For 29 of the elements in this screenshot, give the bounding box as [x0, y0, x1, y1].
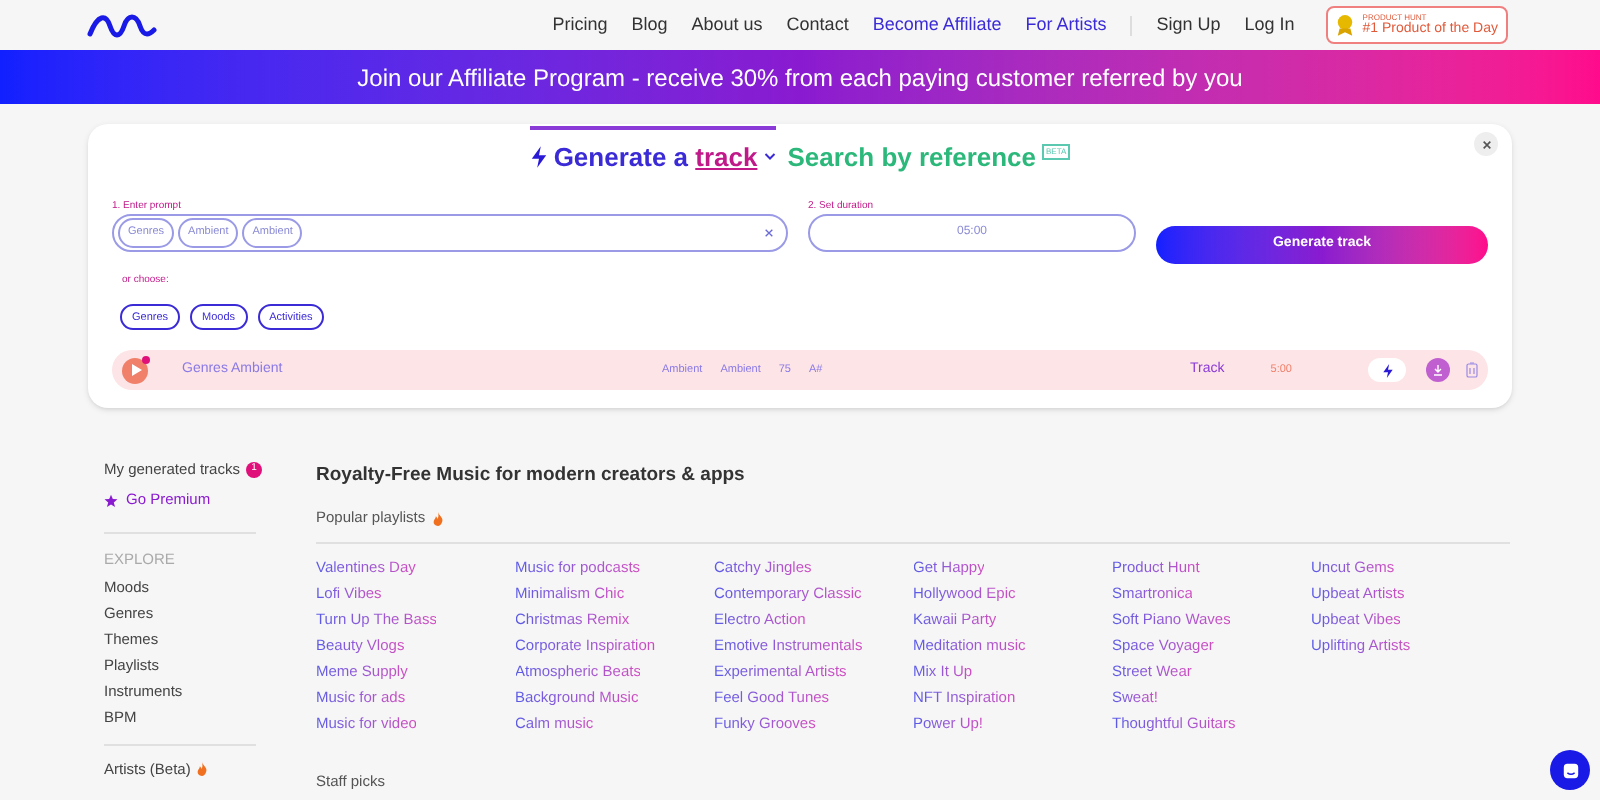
play-button[interactable]: [122, 357, 148, 384]
clipboard-icon[interactable]: [1466, 362, 1478, 379]
mode-tab[interactable]: Generate a track: [529, 125, 776, 176]
clear-icon[interactable]: [764, 228, 774, 238]
close-icon: [1481, 139, 1491, 149]
section-title: Royalty-Free Music for modern creators & apps: [316, 462, 747, 490]
chat-icon: [1561, 761, 1579, 779]
nav-link[interactable]: Become Affiliate: [872, 11, 1002, 39]
nav-link[interactable]: Log In: [1244, 11, 1295, 39]
nav-link[interactable]: For Artists: [1025, 11, 1107, 39]
lightning-button[interactable]: [1368, 358, 1406, 383]
download-icon: [1432, 364, 1444, 377]
lightning-icon: [1381, 363, 1393, 378]
star-icon: [104, 493, 118, 507]
play-icon: [129, 364, 141, 377]
fire-icon: [196, 762, 209, 777]
chat-button[interactable]: [1550, 750, 1590, 790]
nav-link[interactable]: About us: [691, 11, 763, 39]
medal-icon: [1336, 14, 1355, 36]
fire-icon: [431, 511, 444, 525]
nav-link[interactable]: Sign Up: [1156, 11, 1221, 39]
lightning-icon: [529, 145, 548, 168]
download-button[interactable]: [1426, 358, 1450, 383]
close-button[interactable]: [1474, 132, 1498, 156]
chevron-down-icon: [763, 151, 776, 162]
logo-icon[interactable]: [86, 13, 158, 37]
nav-link[interactable]: Contact: [786, 11, 849, 39]
nav-link[interactable]: Pricing: [552, 11, 608, 39]
nav-link[interactable]: Blog: [631, 11, 668, 39]
